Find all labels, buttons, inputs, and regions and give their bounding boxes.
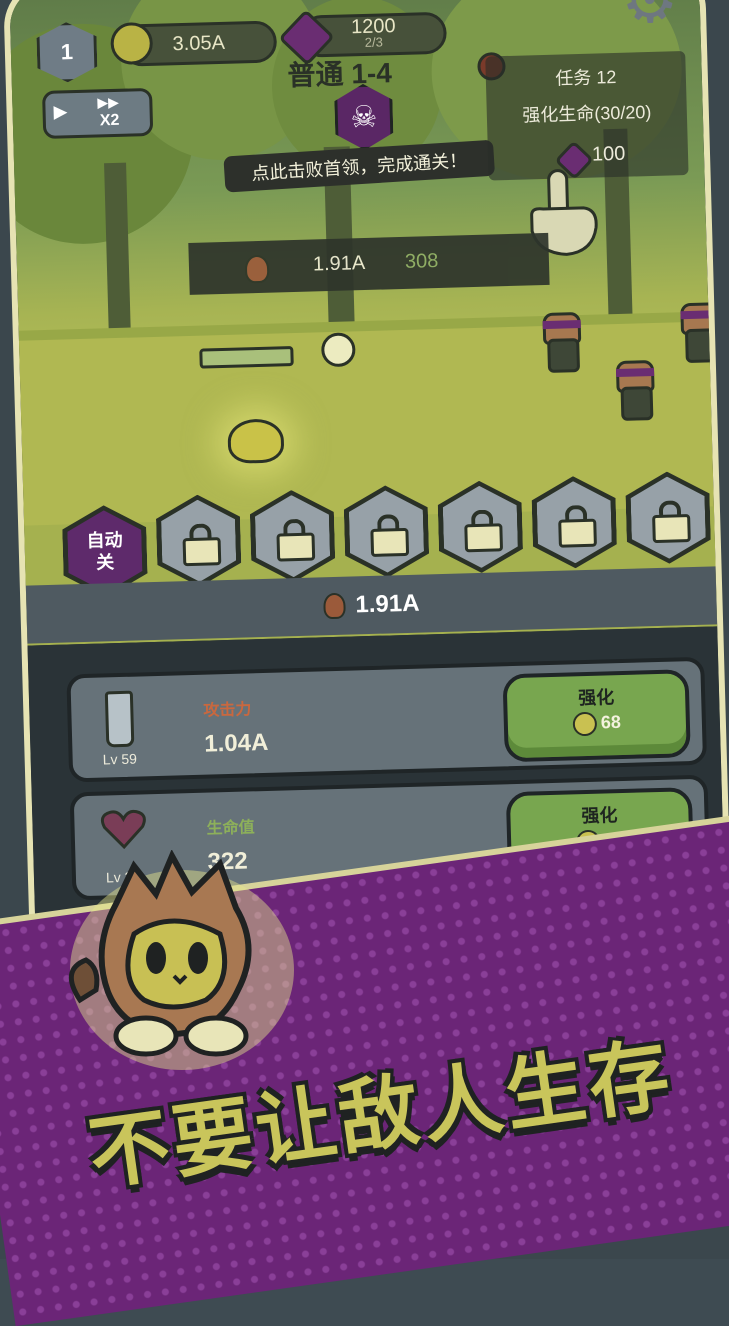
lock-icon [370, 514, 403, 549]
speed-label: X2 [99, 111, 120, 130]
enemy-bandit [612, 359, 655, 421]
heart-icon [100, 808, 147, 850]
fast-forward-icon: ▶▶ [97, 93, 120, 111]
upgrade-cost: 68 [600, 711, 622, 733]
upgrade-name: 攻击力 [203, 701, 252, 720]
hero-slime [227, 418, 285, 464]
enemy-power-value: 1.91A [312, 252, 366, 276]
total-power-value: 1.91A [355, 589, 420, 619]
coin-icon [572, 711, 598, 737]
power-flame-icon [244, 254, 270, 284]
enemy-power-bar: 1.91A 308 [188, 232, 550, 295]
upgrade-attack-button[interactable]: 强化 68 [502, 669, 691, 763]
upgrade-card-attack: Lv 59 攻击力 1.04A 强化 68 [66, 656, 708, 783]
enemy-bandit [676, 302, 720, 364]
upgrade-button-label: 强化 [577, 687, 615, 709]
lock-icon [558, 505, 591, 540]
task-description: 强化生命(30/20) [522, 101, 652, 126]
speed-button[interactable]: ▶ ▶▶ X2 [42, 87, 154, 139]
gear-icon[interactable]: ⚙ [617, 0, 683, 37]
hero-health-bar [199, 346, 294, 369]
power-flame-icon [323, 592, 346, 620]
auto-label: 自动 [86, 529, 123, 551]
upgrade-level: Lv 59 [102, 750, 138, 768]
stage-title: 普通 1-4 [287, 57, 393, 92]
lock-icon [652, 500, 685, 535]
upgrade-value: 1.04A [203, 728, 269, 758]
sword-icon [104, 690, 135, 748]
video-icon: ▶ [53, 101, 68, 122]
enemy-bandit [538, 312, 582, 373]
gold-value: 3.05A [172, 31, 226, 55]
task-title: 任务 12 [555, 66, 617, 89]
lock-icon [276, 519, 309, 554]
player-level: 1 [60, 39, 74, 65]
cat-mascot [68, 850, 294, 1070]
upgrade-name: 生命值 [206, 819, 255, 838]
task-reward: 100 [591, 142, 626, 166]
lock-icon [182, 523, 215, 558]
lock-icon [464, 509, 497, 544]
task-panel[interactable]: 任务 12 强化生命(30/20) 100 [485, 50, 689, 181]
gem-sub-value: 2/3 [364, 34, 384, 50]
gem-value: 1200 [350, 15, 396, 39]
auto-state: 关 [95, 552, 115, 573]
enemy-count: 308 [404, 249, 439, 273]
